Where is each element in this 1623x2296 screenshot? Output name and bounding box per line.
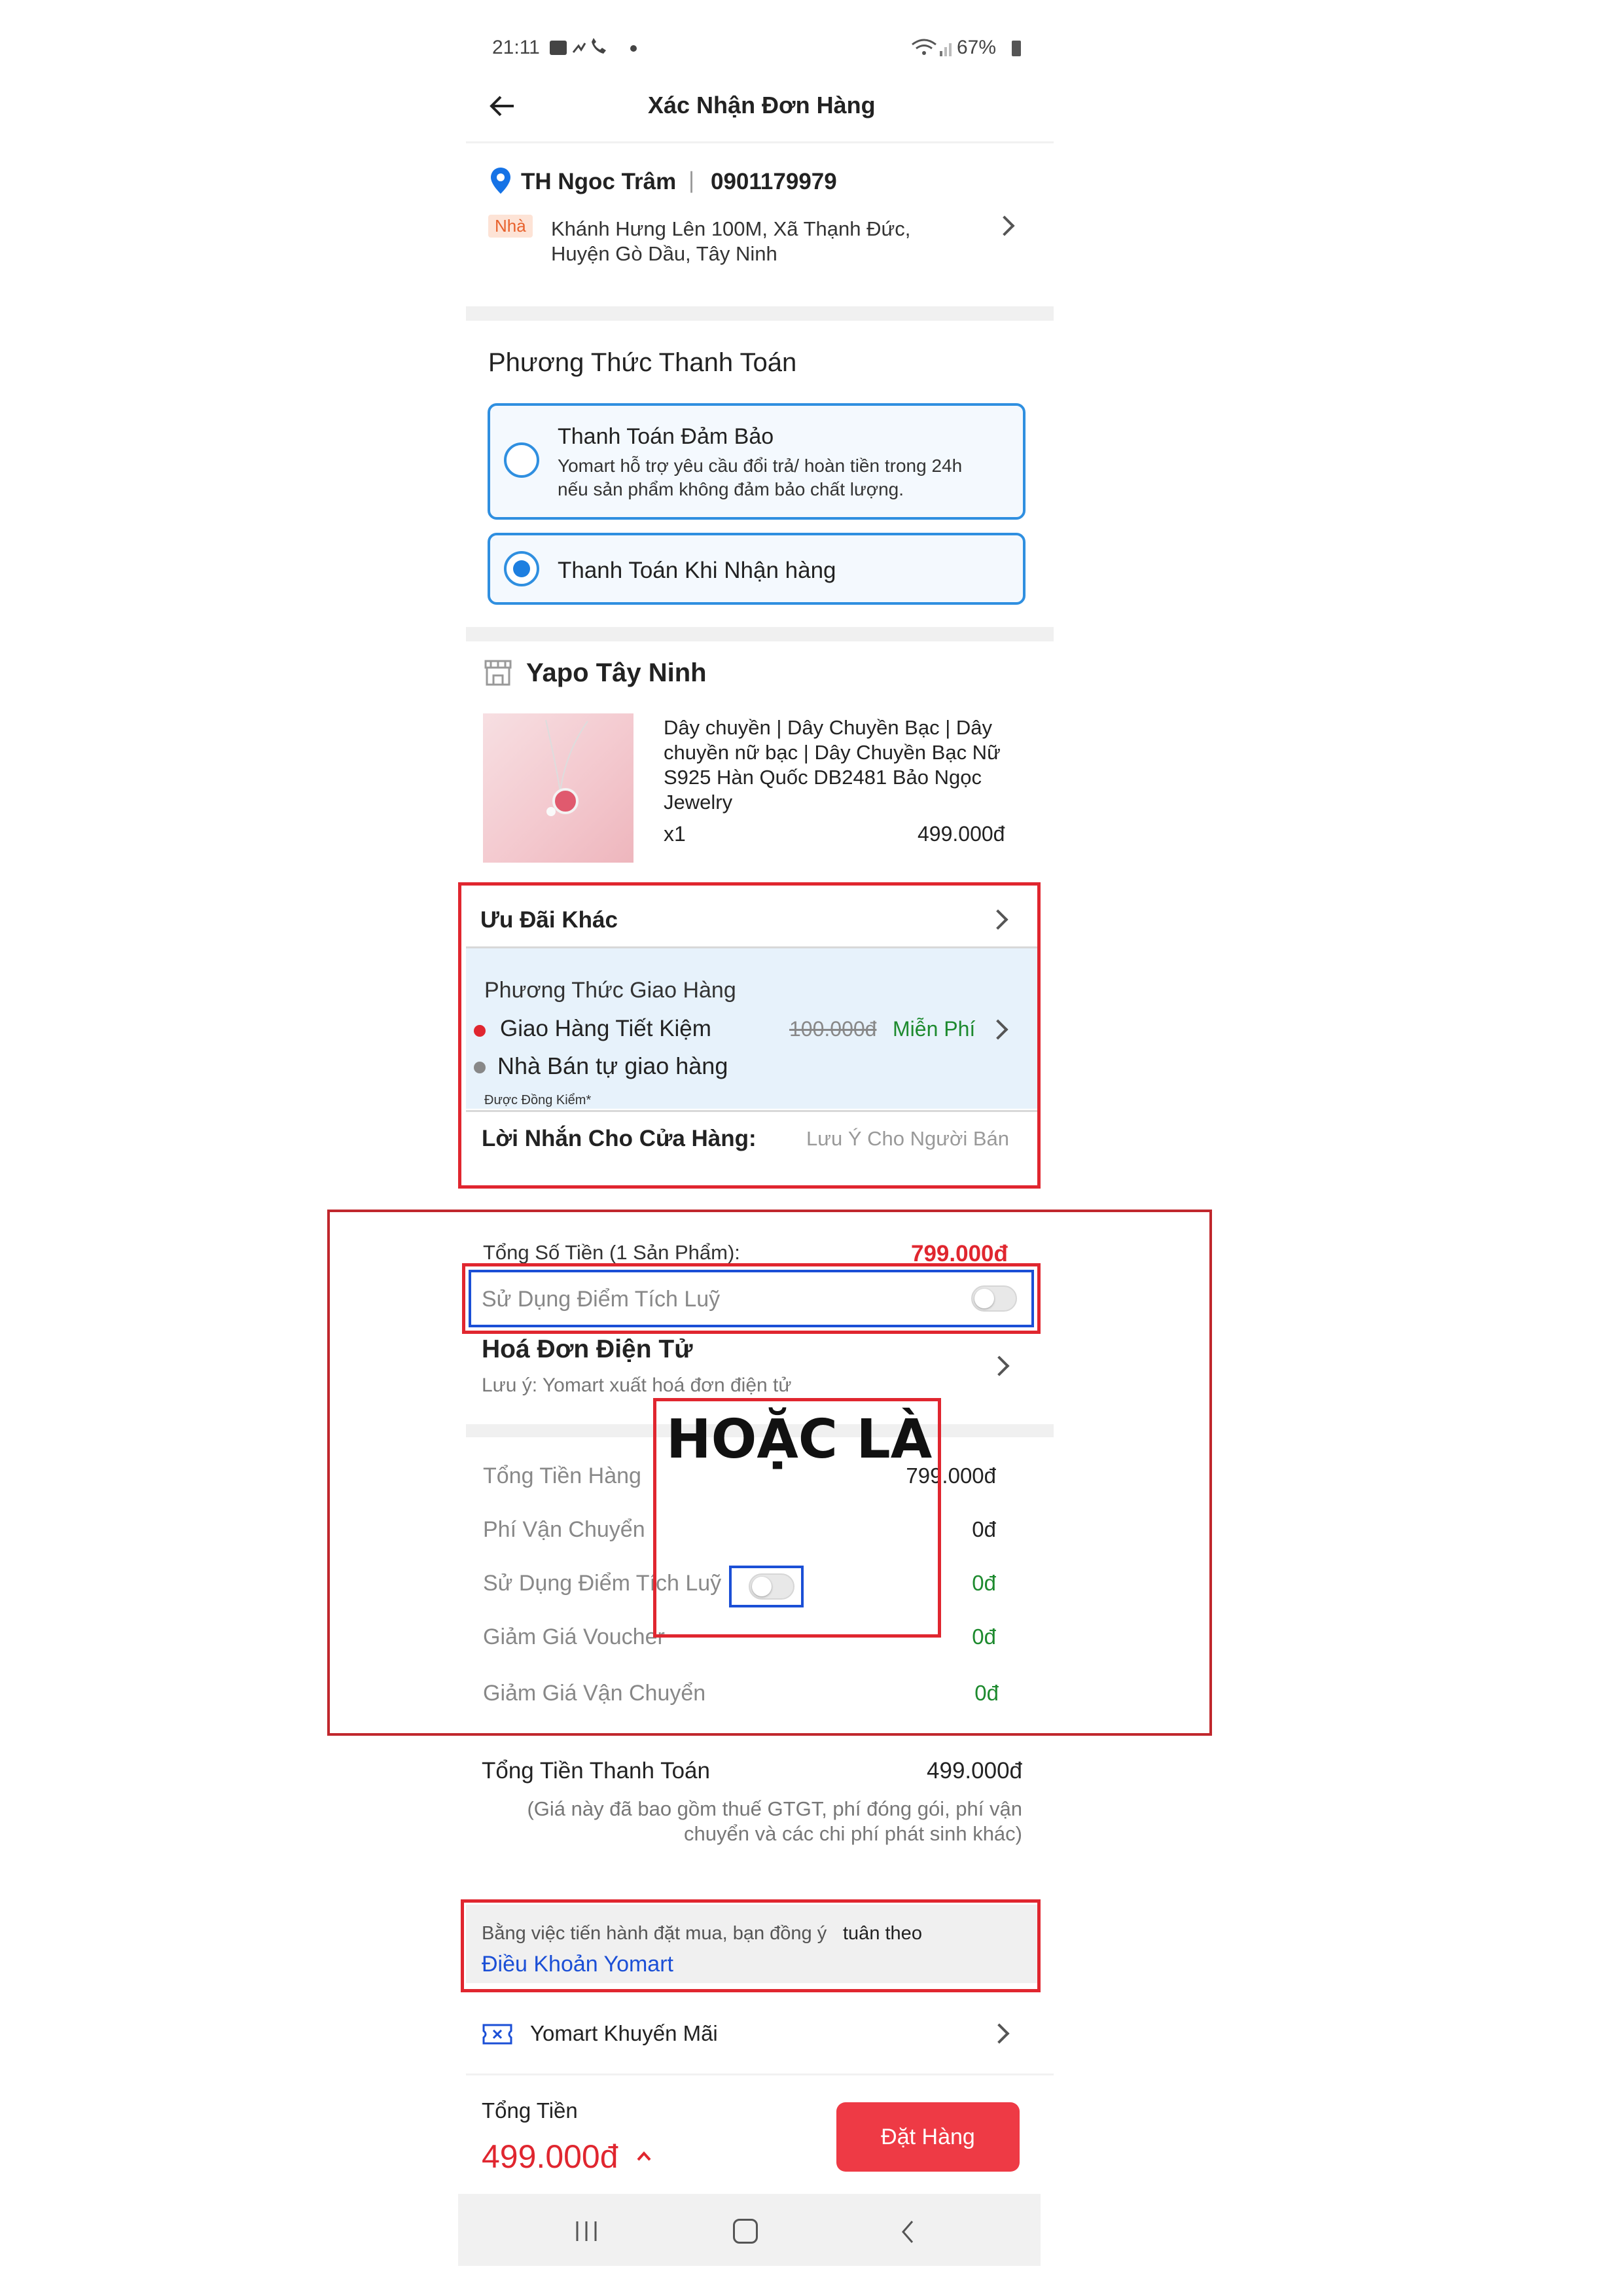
expand-up-icon[interactable] [636, 2149, 652, 2162]
sum-label: Tổng Số Tiền (1 Sản Phẩm): [483, 1241, 740, 1264]
recipient-name: TH Ngoc Trâm [521, 169, 677, 194]
status-icons [548, 38, 647, 58]
store-icon [483, 658, 513, 686]
section-divider [466, 306, 1054, 321]
promo-chevron-icon[interactable] [989, 2023, 1010, 2044]
address-line-2: Huyện Gò Dầu, Tây Ninh [551, 242, 777, 265]
back-arrow-icon[interactable] [488, 93, 516, 119]
breakdown-label-goods: Tổng Tiền Hàng [483, 1463, 641, 1488]
promo-divider [466, 2073, 1054, 2075]
promo-label[interactable]: Yomart Khuyến Mãi [530, 2021, 718, 2046]
nav-back-icon[interactable] [899, 2219, 916, 2245]
radio-cod-selected[interactable] [504, 551, 539, 586]
breakdown-value-shipping: 0đ [972, 1517, 996, 1541]
product-title-line-2: chuyền nữ bạc | Dây Chuyền Bạc Nữ [664, 741, 1001, 764]
location-pin-icon [490, 166, 512, 195]
footer-total-label: Tổng Tiền [482, 2098, 578, 2123]
home-icon[interactable] [733, 2219, 758, 2244]
footer-total-value: 499.000đ [482, 2138, 618, 2175]
product-title-line-4: Jewelry [664, 791, 733, 814]
payable-label: Tổng Tiền Thanh Toán [482, 1758, 710, 1784]
status-time: 21:11 [492, 37, 540, 58]
payment-option-2-label: Thanh Toán Khi Nhận hàng [558, 558, 836, 583]
place-order-label: Đặt Hàng [881, 2125, 975, 2149]
breakdown-label-voucher: Giảm Giá Voucher [483, 1624, 665, 1649]
breakdown-value-points: 0đ [972, 1571, 996, 1595]
breakdown-label-shipping: Phí Vận Chuyển [483, 1517, 645, 1542]
payment-option-1-desc-1: Yomart hỗ trợ yêu cầu đổi trả/ hoàn tiền… [558, 456, 963, 476]
payment-option-1-label: Thanh Toán Đảm Bảo [558, 424, 774, 449]
breakdown-value-ship-discount: 0đ [974, 1681, 999, 1705]
invoice-title[interactable]: Hoá Đơn Điện Tử [482, 1335, 692, 1364]
product-title-line-1: Dây chuyền | Dây Chuyền Bạc | Dây [664, 716, 993, 739]
annotation-box-offers [458, 882, 1041, 1189]
name-phone-divider: | [688, 168, 695, 193]
shop-name[interactable]: Yapo Tây Ninh [526, 658, 707, 688]
payable-note-1: (Giá này đã bao gồm thuế GTGT, phí đóng … [527, 1797, 1022, 1820]
battery-percent: 67% [957, 37, 997, 58]
annotation-or-text: HOẶC LÀ [666, 1408, 933, 1471]
header-divider [466, 141, 1054, 143]
payable-value: 499.000đ [927, 1758, 1022, 1784]
recipient-phone: 0901179979 [711, 169, 837, 194]
section-divider [466, 627, 1054, 641]
breakdown-value-voucher: 0đ [972, 1624, 996, 1649]
payment-title: Phương Thức Thanh Toán [488, 348, 797, 377]
battery-icon [1012, 41, 1021, 56]
payable-note-2: chuyển và các chi phí phát sinh khác) [684, 1822, 1022, 1845]
recent-apps-icon[interactable] [573, 2220, 599, 2242]
address-tag: Nhà [488, 215, 533, 238]
voucher-icon [482, 2022, 513, 2046]
points-toggle[interactable] [971, 1285, 1017, 1312]
address-line-1: Khánh Hưng Lên 100M, Xã Thạnh Đức, [551, 217, 911, 240]
page-title: Xác Nhận Đơn Hàng [648, 92, 876, 118]
payment-option-1-desc-2: nếu sản phẩm không đảm bảo chất lượng. [558, 479, 904, 499]
place-order-button[interactable]: Đặt Hàng [836, 2102, 1020, 2172]
radio-guaranteed[interactable] [504, 442, 539, 478]
annotation-box-terms [461, 1899, 1041, 1992]
product-title-line-3: S925 Hàn Quốc DB2481 Bảo Ngọc [664, 766, 982, 789]
wifi-signal-icon [910, 37, 954, 59]
product-price: 499.000đ [918, 822, 1005, 846]
invoice-note: Lưu ý: Yomart xuất hoá đơn điện tử [482, 1374, 792, 1396]
breakdown-label-ship-discount: Giảm Giá Vận Chuyển [483, 1681, 706, 1706]
product-image [483, 713, 633, 863]
product-quantity: x1 [664, 822, 686, 846]
points-label: Sử Dụng Điểm Tích Luỹ [482, 1287, 721, 1312]
